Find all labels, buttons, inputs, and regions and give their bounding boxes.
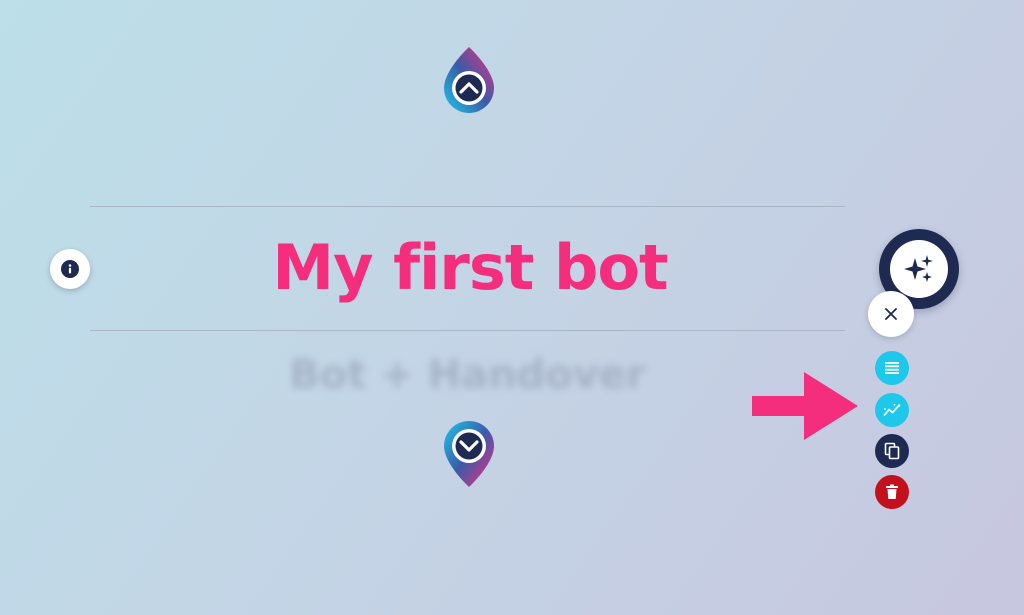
close-icon — [885, 308, 897, 320]
arrow-right-icon — [752, 372, 858, 440]
bot-title: My first bot — [272, 231, 668, 304]
divider-top — [90, 206, 845, 207]
analytics-icon — [883, 403, 901, 416]
sparkles-icon — [904, 255, 933, 282]
next-bot-button[interactable] — [439, 418, 499, 490]
trash-icon — [886, 484, 898, 499]
copy-icon — [884, 442, 900, 460]
chevron-down-icon — [444, 421, 494, 487]
list-icon — [885, 362, 899, 374]
chevron-up-icon — [444, 47, 494, 113]
list-button[interactable] — [875, 351, 909, 385]
divider-bottom — [90, 330, 845, 331]
analytics-button[interactable] — [875, 393, 909, 427]
duplicate-button[interactable] — [875, 434, 909, 468]
close-menu-button[interactable] — [868, 291, 914, 337]
delete-button[interactable] — [875, 475, 909, 509]
previous-bot-button[interactable] — [439, 44, 499, 116]
